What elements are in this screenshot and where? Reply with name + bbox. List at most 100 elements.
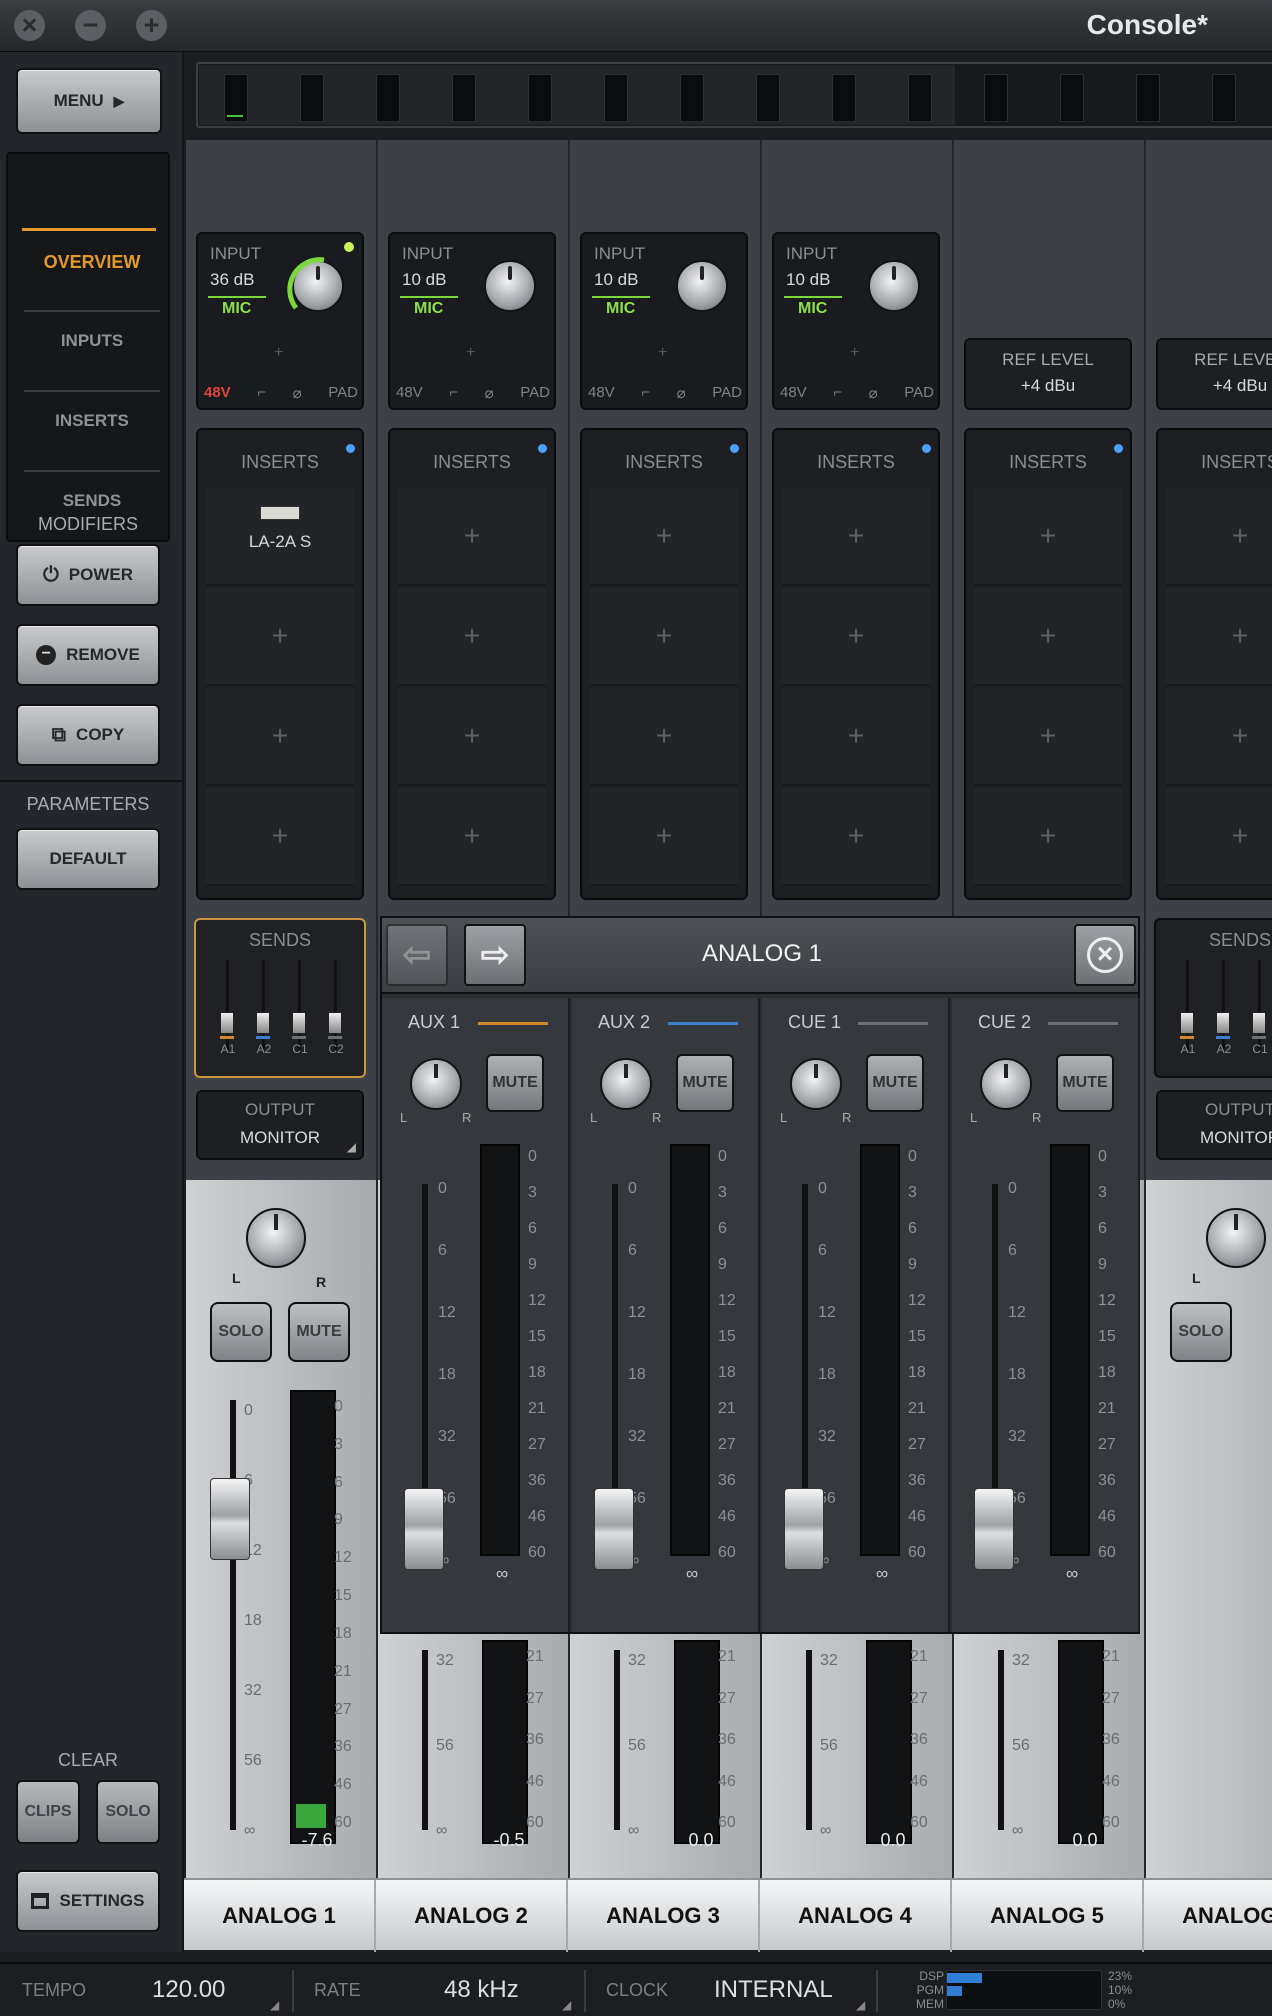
insert-slot[interactable]: + [974,688,1122,786]
minimize-window-icon[interactable]: − [75,10,106,41]
insert-slot[interactable]: + [590,488,738,586]
low-cut-icon[interactable]: ⌐ [833,384,842,404]
pad-toggle[interactable]: PAD [712,384,742,404]
insert-slot[interactable]: + [206,788,354,886]
insert-slot[interactable]: + [1166,788,1272,886]
gain-knob[interactable] [676,260,728,312]
zoom-window-icon[interactable]: + [136,10,167,41]
phantom-48v-toggle[interactable]: 48V [204,384,231,404]
send-pan-knob[interactable] [410,1058,462,1110]
insert-slot[interactable]: + [398,588,546,686]
gain-value[interactable]: 36 dB [210,270,254,290]
nav-overview[interactable]: OVERVIEW [24,232,160,292]
gain-value[interactable]: 10 dB [402,270,446,290]
send-fader-cap[interactable] [974,1488,1014,1570]
channel-name-label[interactable]: ANALOG 4 [760,1880,952,1952]
send-fader-cap[interactable] [404,1488,444,1570]
send-pan-knob[interactable] [600,1058,652,1110]
menu-button[interactable]: MENU ▶ [16,68,162,134]
close-window-icon[interactable]: × [14,10,45,41]
input-type[interactable]: MIC [222,300,251,318]
settings-button[interactable]: SETTINGS [16,1870,160,1932]
insert-slot[interactable]: + [974,488,1122,586]
gain-knob[interactable] [484,260,536,312]
solo-button[interactable]: SOLO [1170,1302,1232,1362]
overview-meter-strip[interactable] [196,62,1272,128]
ref-level-box[interactable]: REF LEVEL +4 dBu [964,338,1132,410]
send-fader-cap[interactable] [594,1488,634,1570]
send-mute-button[interactable]: MUTE [486,1054,544,1112]
low-cut-icon[interactable]: ⌐ [641,384,650,404]
phantom-48v-toggle[interactable]: 48V [588,384,615,404]
channel-name-label[interactable]: ANALOG 5 [952,1880,1144,1952]
nav-inputs[interactable]: INPUTS [24,310,160,370]
clear-solo-button[interactable]: SOLO [96,1780,160,1844]
insert-slot[interactable]: + [398,788,546,886]
mute-button[interactable]: MUTE [288,1302,350,1362]
insert-slot[interactable]: + [782,788,930,886]
insert-slot[interactable]: + [974,588,1122,686]
insert-slot[interactable]: + [782,488,930,586]
nav-inserts[interactable]: INSERTS [24,390,160,450]
channel-name-label[interactable]: ANALOG 1 [184,1880,376,1952]
pan-knob[interactable] [1206,1208,1266,1268]
insert-slot[interactable]: + [398,488,546,586]
send-fader-cap[interactable] [292,1012,306,1034]
send-pan-knob[interactable] [980,1058,1032,1110]
gain-value[interactable]: 10 dB [594,270,638,290]
low-cut-icon[interactable]: ⌐ [449,384,458,404]
channel-name-label[interactable]: ANALOG 3 [568,1880,760,1952]
default-button[interactable]: DEFAULT [16,828,160,890]
input-type[interactable]: MIC [798,300,827,318]
phantom-48v-toggle[interactable]: 48V [780,384,807,404]
insert-slot[interactable]: + [206,688,354,786]
phase-invert-icon[interactable]: ⌀ [485,384,494,404]
send-mute-button[interactable]: MUTE [676,1054,734,1112]
insert-slot[interactable]: + [590,688,738,786]
channel-name-label[interactable]: ANALOG 6 [1144,1880,1272,1952]
clock-value[interactable]: INTERNAL [714,1976,833,2004]
sends-section[interactable]: SENDS A1 A2 C1 C2 [194,918,366,1078]
gain-knob[interactable] [868,260,920,312]
send-fader-cap[interactable] [256,1012,270,1034]
send-fader-cap[interactable] [220,1012,234,1034]
send-mute-button[interactable]: MUTE [1056,1054,1114,1112]
copy-button[interactable]: ⧉ COPY [16,704,160,766]
channel-fader-cap[interactable] [210,1478,250,1560]
pan-knob[interactable] [246,1208,306,1268]
insert-slot[interactable]: + [974,788,1122,886]
solo-button[interactable]: SOLO [210,1302,272,1362]
phantom-48v-toggle[interactable]: 48V [396,384,423,404]
insert-slot[interactable]: + [1166,688,1272,786]
phase-invert-icon[interactable]: ⌀ [869,384,878,404]
send-fader-cap[interactable] [1252,1012,1266,1034]
insert-slot[interactable]: + [206,588,354,686]
insert-slot[interactable]: + [590,788,738,886]
clear-clips-button[interactable]: CLIPS [16,1780,80,1844]
output-section[interactable]: OUTPUTMONITOR◢ [196,1090,364,1160]
tempo-value[interactable]: 120.00 [152,1976,225,2004]
sends-section[interactable]: SENDS A1 A2 C1 [1154,918,1272,1078]
rate-value[interactable]: 48 kHz [444,1976,519,2004]
output-section[interactable]: OUTPUTMONITOR◢ [1156,1090,1272,1160]
insert-slot[interactable]: + [1166,588,1272,686]
insert-slot[interactable]: + [782,588,930,686]
send-fader-cap[interactable] [784,1488,824,1570]
send-pan-knob[interactable] [790,1058,842,1110]
insert-slot[interactable]: LA-2A S [206,488,354,586]
phase-invert-icon[interactable]: ⌀ [293,384,302,404]
low-cut-icon[interactable]: ⌐ [257,384,266,404]
phase-invert-icon[interactable]: ⌀ [677,384,686,404]
pad-toggle[interactable]: PAD [328,384,358,404]
insert-slot[interactable]: + [782,688,930,786]
insert-slot[interactable]: + [398,688,546,786]
input-type[interactable]: MIC [414,300,443,318]
ref-level-box[interactable]: REF LEVEL +4 dBu [1156,338,1272,410]
gain-value[interactable]: 10 dB [786,270,830,290]
send-fader-cap[interactable] [328,1012,342,1034]
send-fader-cap[interactable] [1216,1012,1230,1034]
remove-button[interactable]: − REMOVE [16,624,160,686]
pad-toggle[interactable]: PAD [520,384,550,404]
power-button[interactable]: ⏻ POWER [16,544,160,606]
channel-name-label[interactable]: ANALOG 2 [376,1880,568,1952]
